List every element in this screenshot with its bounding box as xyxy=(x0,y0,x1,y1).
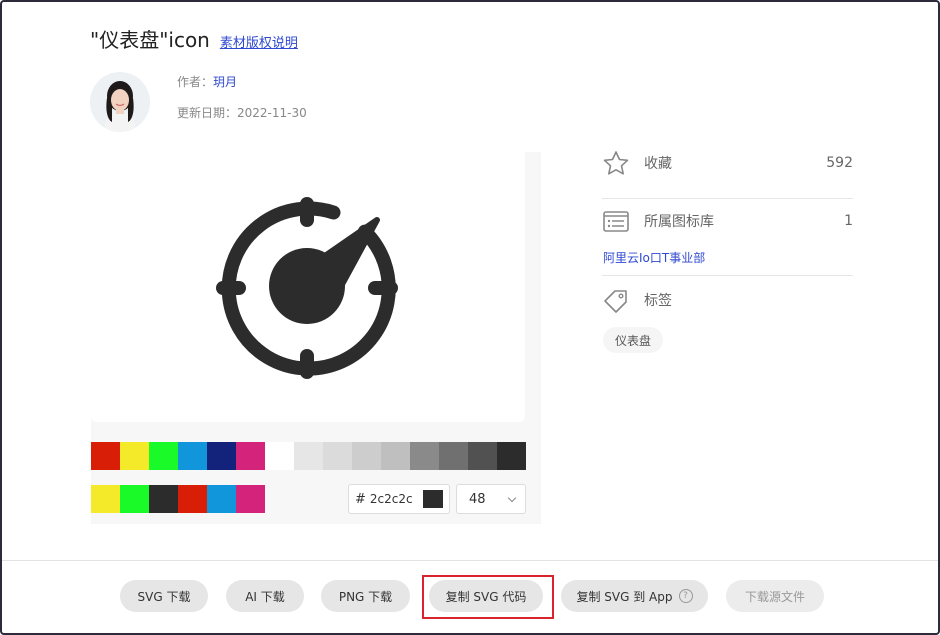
color-swatch[interactable] xyxy=(381,442,410,470)
help-icon[interactable]: ? xyxy=(678,589,693,603)
color-swatch[interactable] xyxy=(149,442,178,470)
size-select[interactable]: 48 xyxy=(456,484,526,514)
hex-value[interactable]: 2c2c2c xyxy=(370,492,423,506)
dialog-frame: "仪表盘"icon 素材版权说明 作者：玥月 更新日期：2022-11-30 #… xyxy=(0,0,940,635)
color-swatch[interactable] xyxy=(91,442,120,470)
copy-svg-to-app-label: 复制 SVG 到 App xyxy=(576,589,673,604)
color-swatch[interactable] xyxy=(178,442,207,470)
footer-divider xyxy=(2,560,938,561)
date-line: 更新日期：2022-11-30 xyxy=(177,104,307,121)
divider xyxy=(602,275,853,276)
color-swatch[interactable] xyxy=(120,442,149,470)
date-label: 更新日期： xyxy=(177,106,238,120)
color-swatches-primary xyxy=(91,442,526,470)
copy-svg-to-app-button[interactable]: 复制 SVG 到 App ? xyxy=(561,580,708,612)
author-label: 作者： xyxy=(177,75,214,89)
color-swatch[interactable] xyxy=(178,485,207,513)
icon-preview-canvas xyxy=(91,152,525,422)
tags-row: 标签 xyxy=(602,287,853,313)
color-swatch[interactable] xyxy=(468,442,497,470)
avatar xyxy=(90,72,150,132)
color-swatch[interactable] xyxy=(207,442,236,470)
library-icon xyxy=(603,211,629,232)
size-value: 48 xyxy=(469,491,486,507)
color-swatch[interactable] xyxy=(149,485,178,513)
current-color-chip xyxy=(423,490,443,508)
hash-symbol: # xyxy=(355,491,366,507)
title-row: "仪表盘"icon 素材版权说明 xyxy=(90,24,298,53)
color-swatch[interactable] xyxy=(265,442,294,470)
library-name-link[interactable]: 阿里云Io口T事业部 xyxy=(603,249,705,266)
favorite-row[interactable]: 收藏 592 xyxy=(602,150,853,176)
color-swatch[interactable] xyxy=(439,442,468,470)
hex-color-input[interactable]: # 2c2c2c xyxy=(348,484,450,514)
highlight-frame xyxy=(422,575,554,619)
date-value: 2022-11-30 xyxy=(237,106,307,120)
color-swatch[interactable] xyxy=(120,485,149,513)
png-download-button[interactable]: PNG 下载 xyxy=(321,580,410,612)
download-source-button: 下载源文件 xyxy=(726,580,824,612)
copyright-link[interactable]: 素材版权说明 xyxy=(220,32,298,51)
favorite-label: 收藏 xyxy=(644,156,672,172)
page-title: "仪表盘"icon xyxy=(90,28,210,52)
author-name[interactable]: 玥月 xyxy=(213,75,237,89)
tags-label: 标签 xyxy=(644,293,672,309)
library-count: 1 xyxy=(844,213,853,229)
color-swatch[interactable] xyxy=(236,485,265,513)
color-swatch[interactable] xyxy=(352,442,381,470)
favorite-count: 592 xyxy=(826,155,853,171)
library-label: 所属图标库 xyxy=(644,214,714,230)
color-swatch[interactable] xyxy=(236,442,265,470)
avatar-image xyxy=(90,72,150,132)
color-swatch[interactable] xyxy=(323,442,352,470)
color-swatch[interactable] xyxy=(410,442,439,470)
color-swatch[interactable] xyxy=(294,442,323,470)
color-swatch[interactable] xyxy=(207,485,236,513)
color-swatches-recent xyxy=(91,485,265,513)
ai-download-button[interactable]: AI 下载 xyxy=(226,580,304,612)
author-line: 作者：玥月 xyxy=(177,73,237,90)
color-swatch[interactable] xyxy=(91,485,120,513)
svg-download-button[interactable]: SVG 下载 xyxy=(120,580,208,612)
library-row: 所属图标库 1 xyxy=(602,209,853,233)
chevron-down-icon xyxy=(507,493,517,502)
color-swatch[interactable] xyxy=(497,442,526,470)
star-icon[interactable] xyxy=(602,150,630,176)
tag-chip[interactable]: 仪表盘 xyxy=(603,327,664,353)
tag-icon xyxy=(604,290,627,313)
divider xyxy=(602,198,853,199)
dashboard-icon xyxy=(216,197,398,379)
